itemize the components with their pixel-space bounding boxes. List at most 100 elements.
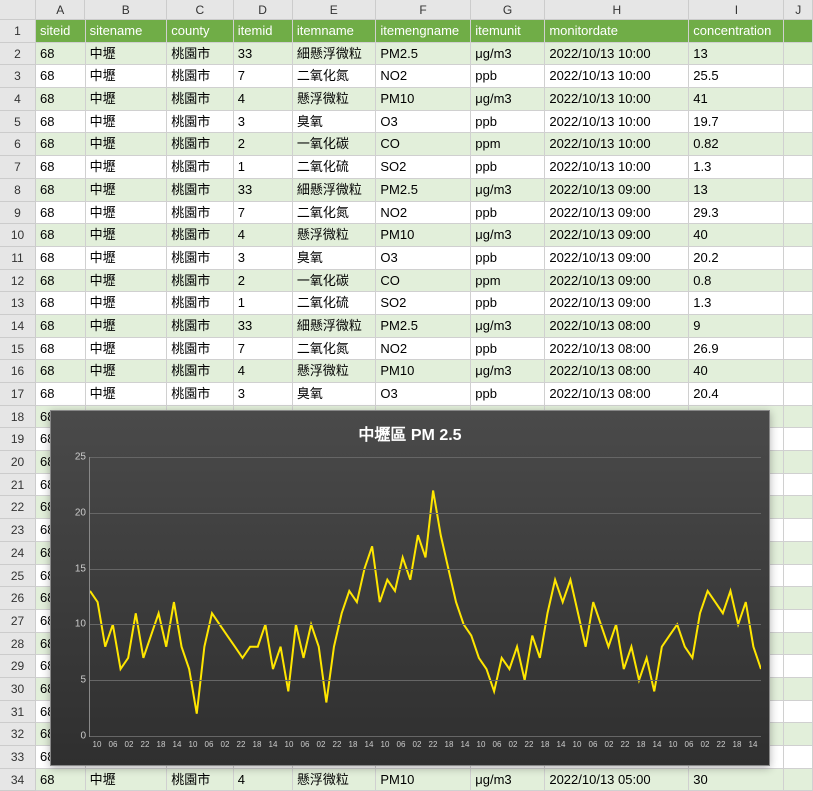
header-cell-E[interactable]: itemname xyxy=(293,20,377,43)
column-header-J[interactable]: J xyxy=(784,0,813,20)
row-header[interactable]: 25 xyxy=(0,565,36,588)
header-cell-D[interactable]: itemid xyxy=(234,20,293,43)
cell[interactable]: 細懸浮微粒 xyxy=(293,43,377,66)
cell[interactable]: μg/m3 xyxy=(471,88,545,111)
row-header[interactable]: 3 xyxy=(0,65,36,88)
cell[interactable]: 一氧化碳 xyxy=(293,133,377,156)
cell[interactable]: 68 xyxy=(36,360,86,383)
header-cell-G[interactable]: itemunit xyxy=(471,20,545,43)
cell[interactable] xyxy=(784,247,813,270)
cell[interactable] xyxy=(784,315,813,338)
cell[interactable]: 68 xyxy=(36,315,86,338)
cell[interactable]: 68 xyxy=(36,769,86,791)
cell[interactable] xyxy=(784,406,813,429)
cell[interactable] xyxy=(784,224,813,247)
header-cell-I[interactable]: concentration xyxy=(689,20,784,43)
cell[interactable]: 2022/10/13 08:00 xyxy=(545,315,689,338)
cell[interactable] xyxy=(784,383,813,406)
cell[interactable] xyxy=(784,701,813,724)
cell[interactable]: PM10 xyxy=(376,88,471,111)
cell[interactable]: 中壢 xyxy=(86,224,168,247)
cell[interactable]: PM2.5 xyxy=(376,179,471,202)
cell[interactable]: 68 xyxy=(36,111,86,134)
cell[interactable]: 2022/10/13 10:00 xyxy=(545,133,689,156)
cell[interactable]: 2022/10/13 09:00 xyxy=(545,292,689,315)
cell[interactable]: 懸浮微粒 xyxy=(293,224,377,247)
cell[interactable]: O3 xyxy=(376,247,471,270)
row-header[interactable]: 6 xyxy=(0,133,36,156)
cell[interactable]: 懸浮微粒 xyxy=(293,360,377,383)
cell[interactable]: O3 xyxy=(376,383,471,406)
header-cell-F[interactable]: itemengname xyxy=(376,20,471,43)
cell[interactable]: 2 xyxy=(234,133,293,156)
cell[interactable] xyxy=(784,292,813,315)
row-header[interactable]: 5 xyxy=(0,111,36,134)
cell[interactable]: 4 xyxy=(234,224,293,247)
cell[interactable]: 2022/10/13 09:00 xyxy=(545,247,689,270)
cell[interactable]: 中壢 xyxy=(86,133,168,156)
cell[interactable]: 2022/10/13 08:00 xyxy=(545,360,689,383)
row-header[interactable]: 17 xyxy=(0,383,36,406)
cell[interactable]: 68 xyxy=(36,270,86,293)
cell[interactable]: 68 xyxy=(36,383,86,406)
cell[interactable]: 68 xyxy=(36,156,86,179)
cell[interactable]: ppb xyxy=(471,65,545,88)
cell[interactable]: CO xyxy=(376,270,471,293)
cell[interactable]: 二氧化硫 xyxy=(293,292,377,315)
cell[interactable]: 0.8 xyxy=(689,270,784,293)
cell[interactable]: 中壢 xyxy=(86,270,168,293)
row-header[interactable]: 15 xyxy=(0,338,36,361)
cell[interactable]: 中壢 xyxy=(86,292,168,315)
cell[interactable]: ppm xyxy=(471,270,545,293)
cell[interactable]: 68 xyxy=(36,133,86,156)
cell[interactable]: 二氧化氮 xyxy=(293,338,377,361)
cell[interactable]: 2022/10/13 09:00 xyxy=(545,179,689,202)
cell[interactable]: 桃園市 xyxy=(167,88,234,111)
cell[interactable] xyxy=(784,565,813,588)
row-header[interactable]: 20 xyxy=(0,451,36,474)
cell[interactable]: ppb xyxy=(471,156,545,179)
cell[interactable]: 細懸浮微粒 xyxy=(293,179,377,202)
cell[interactable]: 桃園市 xyxy=(167,133,234,156)
cell[interactable] xyxy=(784,43,813,66)
cell[interactable]: 中壢 xyxy=(86,156,168,179)
row-header[interactable]: 34 xyxy=(0,769,36,791)
cell[interactable] xyxy=(784,587,813,610)
cell[interactable] xyxy=(784,610,813,633)
cell[interactable]: 40 xyxy=(689,224,784,247)
cell[interactable] xyxy=(784,179,813,202)
cell[interactable]: μg/m3 xyxy=(471,43,545,66)
cell[interactable]: 2022/10/13 10:00 xyxy=(545,111,689,134)
cell[interactable] xyxy=(784,655,813,678)
cell[interactable]: 中壢 xyxy=(86,65,168,88)
cell[interactable]: 桃園市 xyxy=(167,383,234,406)
cell[interactable]: 33 xyxy=(234,315,293,338)
cell[interactable]: 2022/10/13 10:00 xyxy=(545,43,689,66)
cell[interactable] xyxy=(784,202,813,225)
cell[interactable]: SO2 xyxy=(376,156,471,179)
cell[interactable]: 臭氧 xyxy=(293,111,377,134)
cell[interactable]: PM10 xyxy=(376,224,471,247)
row-header[interactable]: 13 xyxy=(0,292,36,315)
cell[interactable]: 33 xyxy=(234,179,293,202)
row-header[interactable]: 11 xyxy=(0,247,36,270)
cell[interactable]: 68 xyxy=(36,88,86,111)
column-header-E[interactable]: E xyxy=(293,0,377,20)
cell[interactable] xyxy=(784,746,813,769)
cell[interactable]: NO2 xyxy=(376,65,471,88)
cell[interactable]: 中壢 xyxy=(86,383,168,406)
cell[interactable]: 41 xyxy=(689,88,784,111)
header-cell-B[interactable]: sitename xyxy=(86,20,168,43)
cell[interactable]: 2022/10/13 09:00 xyxy=(545,270,689,293)
cell[interactable]: 40 xyxy=(689,360,784,383)
cell[interactable]: 二氧化氮 xyxy=(293,65,377,88)
cell[interactable]: 中壢 xyxy=(86,247,168,270)
cell[interactable]: 2022/10/13 10:00 xyxy=(545,65,689,88)
column-header-D[interactable]: D xyxy=(234,0,293,20)
cell[interactable]: 桃園市 xyxy=(167,338,234,361)
row-header[interactable]: 33 xyxy=(0,746,36,769)
cell[interactable]: 中壢 xyxy=(86,88,168,111)
row-header[interactable]: 9 xyxy=(0,202,36,225)
cell[interactable] xyxy=(784,519,813,542)
row-header[interactable]: 8 xyxy=(0,179,36,202)
